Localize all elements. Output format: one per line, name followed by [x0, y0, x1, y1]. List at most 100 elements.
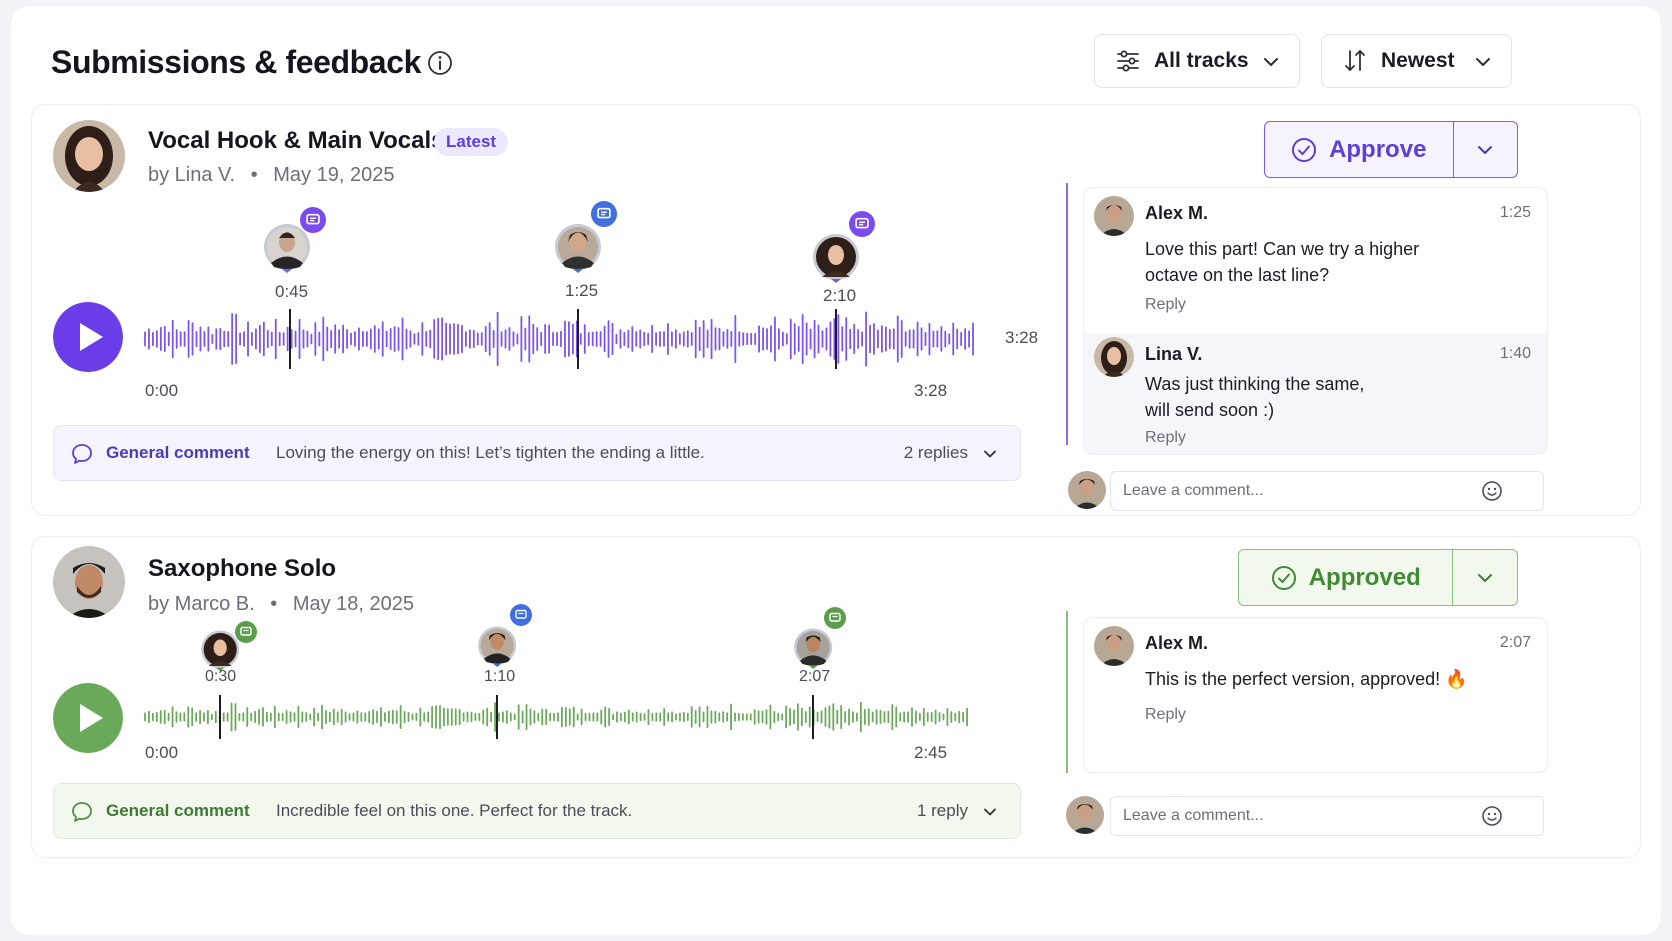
general-comment-bar[interactable]: General comment Loving the energy on thi… [53, 425, 1021, 481]
end-time: 3:28 [914, 381, 948, 400]
comment-text: This is the perfect version, approved! 🔥 [1145, 669, 1468, 689]
comment-badge-icon [235, 621, 257, 643]
comment-marker[interactable] [792, 607, 846, 669]
comment-author: Alex M. [1145, 203, 1209, 223]
comment-input[interactable] [1110, 796, 1544, 836]
track-meta: by Marco B. • May 18, 2025 [148, 593, 414, 616]
chevron-down-icon [1264, 58, 1278, 66]
reply-link[interactable]: Reply [1145, 429, 1186, 447]
avatar-alex [1094, 626, 1134, 666]
submission-card-vocal: Vocal Hook & Main Vocals Latest by Lina … [31, 104, 1641, 516]
comment-badge-icon [849, 211, 875, 237]
sort-arrows-icon [1345, 50, 1365, 71]
comment-item: Alex M. 1:25 Love this part! Can we try … [1084, 188, 1547, 333]
play-button[interactable] [53, 302, 123, 372]
general-comment-bar[interactable]: General comment Incredible feel on this … [53, 783, 1021, 839]
track-date: May 19, 2025 [273, 164, 395, 186]
chat-bubble-icon [72, 802, 92, 822]
track-title: Saxophone Solo [148, 555, 337, 582]
check-circle-icon [1271, 565, 1296, 590]
chevron-down-icon[interactable] [980, 444, 1000, 464]
thread-line [1066, 183, 1068, 445]
track-title: Vocal Hook & Main Vocals [148, 127, 445, 154]
page-title: Submissions & feedback [51, 44, 421, 80]
chevron-down-icon [1476, 58, 1490, 66]
current-user-avatar [1066, 796, 1104, 834]
general-comment-label: General comment [106, 801, 250, 820]
track-meta: by Lina V. • May 19, 2025 [148, 164, 394, 187]
track-artist: by Lina V. [148, 164, 236, 186]
comment-marker[interactable] [553, 201, 617, 273]
comment-badge-icon [300, 207, 326, 233]
approved-button-group: Approved [1238, 549, 1518, 606]
marker-time: 1:25 [565, 281, 599, 300]
chevron-down-icon [1478, 145, 1493, 154]
approve-button-group: Approve [1264, 121, 1518, 178]
emoji-icon[interactable] [1481, 480, 1503, 502]
latest-badge: Latest [434, 128, 509, 156]
comment-author: Lina V. [1145, 344, 1203, 364]
general-comment-label: General comment [106, 443, 250, 462]
general-comment-text: Incredible feel on this one. Perfect for… [276, 801, 633, 820]
approve-label: Approve [1329, 135, 1427, 163]
meta-separator: • [270, 593, 278, 615]
comment-author: Alex M. [1145, 633, 1209, 653]
comment-badge-icon [510, 604, 532, 626]
comment-marker[interactable] [199, 621, 257, 671]
comment-timestamp[interactable]: 2:07 [1500, 634, 1531, 652]
avatar-lina [53, 120, 125, 192]
comment-thread: Alex M. 2:07 This is the perfect version… [1083, 617, 1548, 773]
marker-time: 2:07 [799, 668, 831, 685]
marker-time: 1:10 [484, 668, 516, 685]
chevron-down-icon[interactable] [980, 802, 1000, 822]
end-time: 2:45 [914, 743, 948, 762]
waveform[interactable] [144, 693, 974, 741]
avatar-lina [1094, 337, 1134, 377]
check-circle-icon [1292, 137, 1317, 162]
track-filter-label: All tracks [1154, 49, 1249, 72]
marker-time: 0:30 [205, 668, 237, 685]
approve-button[interactable]: Approve [1265, 122, 1454, 177]
chevron-down-icon [1478, 573, 1493, 582]
comment-timestamp[interactable]: 1:25 [1500, 204, 1531, 222]
comment-marker[interactable] [476, 604, 532, 667]
comment-marker[interactable] [262, 207, 326, 273]
track-filter-dropdown[interactable]: All tracks [1094, 34, 1300, 88]
replies-count[interactable]: 1 reply [917, 801, 968, 821]
start-time: 0:00 [145, 381, 179, 400]
approve-options-toggle[interactable] [1454, 122, 1518, 177]
comment-timestamp[interactable]: 1:40 [1500, 345, 1531, 363]
current-user-avatar [1068, 471, 1106, 509]
general-comment-text: Loving the energy on this! Let’s tighten… [276, 443, 705, 462]
filter-sliders-icon [1117, 50, 1139, 72]
comment-text: Love this part! Can we try a higher octa… [1145, 239, 1420, 285]
play-button[interactable] [53, 683, 123, 753]
thread-line [1066, 611, 1068, 773]
meta-separator: • [250, 164, 258, 186]
comment-marker[interactable] [811, 211, 875, 283]
reply-link[interactable]: Reply [1145, 296, 1186, 314]
info-icon[interactable] [427, 50, 453, 76]
approved-options-toggle[interactable] [1453, 550, 1517, 605]
comment-badge-icon [591, 201, 617, 227]
comment-item: Alex M. 2:07 This is the perfect version… [1084, 618, 1547, 772]
sort-dropdown[interactable]: Newest [1321, 34, 1512, 88]
track-artist: by Marco B. [148, 593, 255, 615]
track-date: May 18, 2025 [292, 593, 415, 615]
comment-item: Lina V. 1:40 Was just thinking the same,… [1084, 333, 1547, 454]
sort-label: Newest [1381, 49, 1455, 72]
emoji-icon[interactable] [1481, 805, 1503, 827]
reply-link[interactable]: Reply [1145, 706, 1186, 724]
avatar-marco [53, 546, 125, 618]
waveform[interactable] [144, 307, 984, 371]
submission-card-saxophone: Saxophone Solo by Marco B. • May 18, 202… [31, 536, 1641, 858]
track-duration: 3:28 [1005, 328, 1039, 347]
chat-bubble-icon [72, 444, 92, 464]
comment-input[interactable] [1110, 471, 1544, 511]
avatar-alex [1094, 196, 1134, 236]
approved-label: Approved [1308, 563, 1421, 591]
comment-text: Was just thinking the same, will send so… [1145, 374, 1365, 420]
approved-button[interactable]: Approved [1239, 550, 1454, 605]
replies-count[interactable]: 2 replies [904, 443, 968, 463]
comment-badge-icon [824, 607, 846, 629]
